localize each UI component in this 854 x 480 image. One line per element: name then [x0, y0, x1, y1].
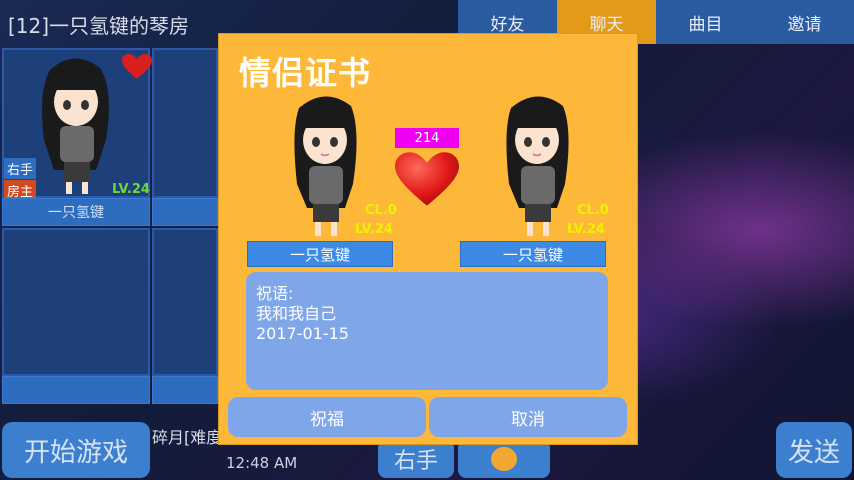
right-cl: CL.0	[577, 203, 609, 218]
heart-icon	[395, 152, 459, 206]
player-slot-empty[interactable]	[2, 228, 150, 376]
start-game-button[interactable]: 开始游戏	[2, 422, 150, 478]
tab-invite[interactable]: 邀请	[755, 0, 854, 44]
player-grid: 右手 房主 LV.24 一只氢键	[0, 46, 220, 406]
cancel-button[interactable]: 取消	[429, 397, 627, 437]
left-lv: LV.24	[355, 222, 393, 237]
player-name-empty	[152, 198, 218, 226]
blessing-text: 我和我自己	[256, 304, 337, 323]
hand-button[interactable]: 右手	[378, 440, 454, 478]
left-cl: CL.0	[365, 203, 397, 218]
blessing-date: 2017-01-15	[256, 324, 349, 343]
player-name: 一只氢键	[2, 198, 150, 226]
timestamp: 12:48 AM	[226, 454, 298, 472]
left-character-avatar	[294, 96, 357, 236]
right-character-name: 一只氢键	[460, 241, 606, 267]
player-slot-empty[interactable]	[152, 48, 218, 198]
player-level: LV.24	[112, 182, 150, 197]
bless-button[interactable]: 祝福	[228, 397, 426, 437]
intimacy-score: 214	[395, 128, 459, 148]
right-character-avatar	[506, 96, 569, 236]
player-name-empty	[2, 376, 150, 404]
couple-certificate-dialog: 情侣证书 CL.0 LV.24 一只氢键 214 CL.0 LV.24 一只氢键…	[218, 33, 638, 445]
dialog-title: 情侣证书	[239, 54, 372, 92]
player-name-empty	[152, 376, 218, 404]
left-character-name: 一只氢键	[247, 241, 393, 267]
hand-tag: 右手	[4, 158, 37, 179]
send-button[interactable]: 发送	[776, 422, 852, 478]
emoji-icon	[491, 447, 517, 471]
heart-icon	[122, 54, 152, 79]
player-slot[interactable]: 右手 房主 LV.24	[2, 48, 152, 201]
right-lv: LV.24	[567, 222, 605, 237]
emoji-button[interactable]	[458, 440, 550, 478]
room-title: [12]一只氢键的琴房	[8, 14, 190, 38]
blessing-label: 祝语:	[256, 284, 294, 303]
player-slot-empty[interactable]	[152, 228, 218, 376]
blessing-message-box: 祝语: 我和我自己 2017-01-15	[246, 272, 608, 390]
tab-songs[interactable]: 曲目	[656, 0, 755, 44]
chat-message-snippet: 碎月[难度	[152, 428, 223, 447]
